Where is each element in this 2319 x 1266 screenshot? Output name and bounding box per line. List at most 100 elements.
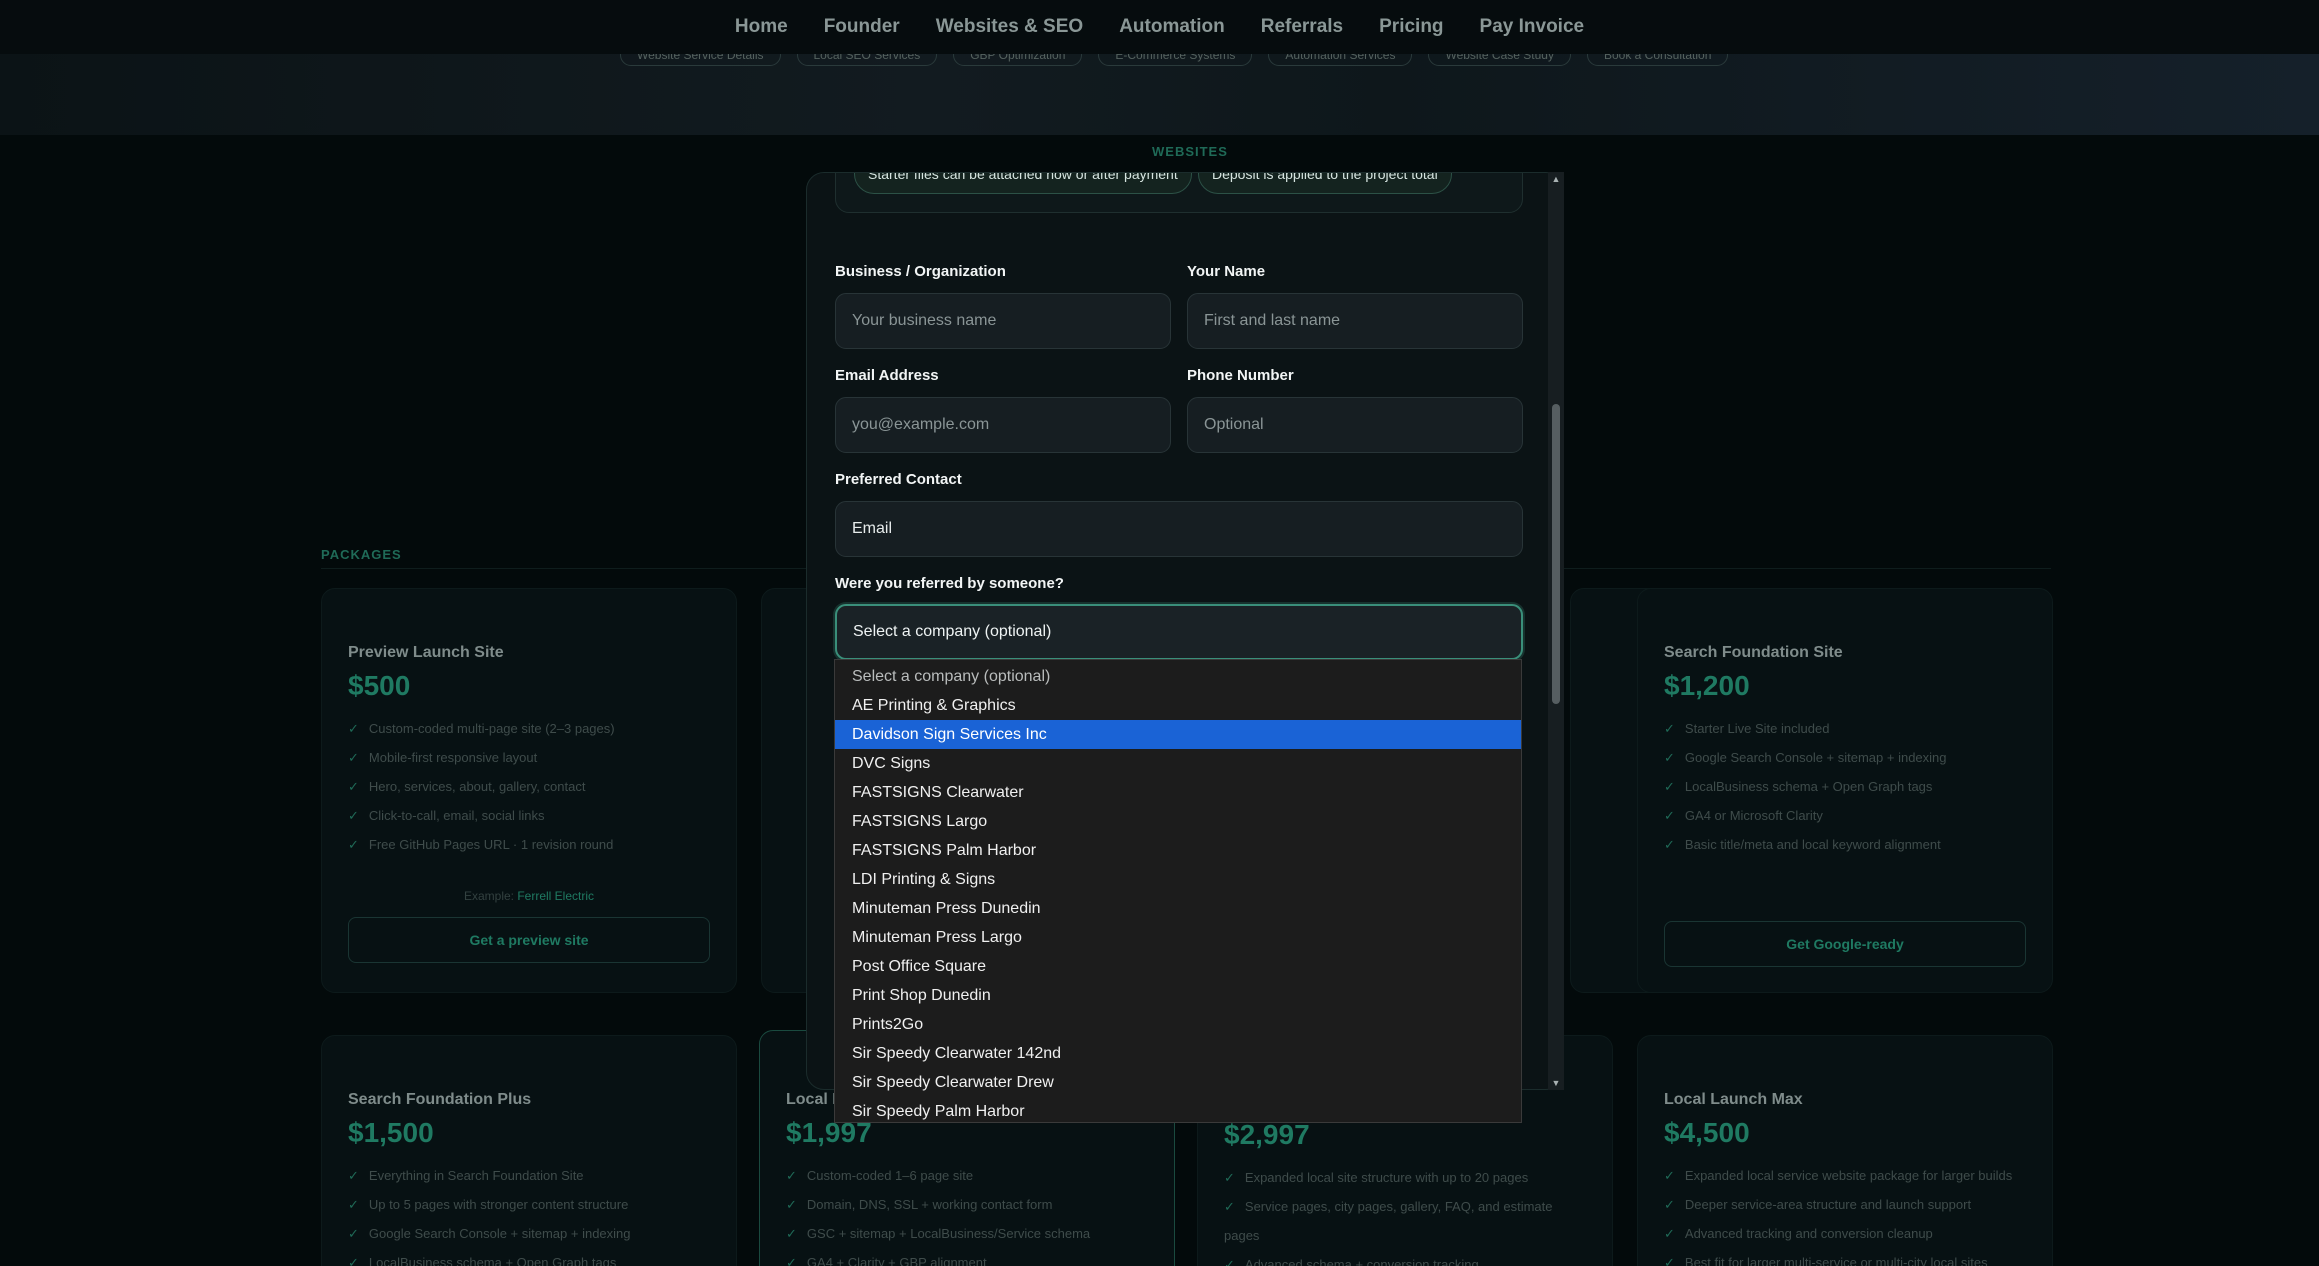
preferred-contact-label: Preferred Contact bbox=[835, 471, 962, 488]
check-icon: ✓ bbox=[348, 1197, 359, 1212]
check-icon: ✓ bbox=[1664, 779, 1675, 794]
nav-websites-seo[interactable]: Websites & SEO bbox=[918, 16, 1101, 38]
business-input[interactable]: Your business name bbox=[835, 293, 1171, 349]
dropdown-option[interactable]: Sir Speedy Clearwater 142nd bbox=[835, 1039, 1521, 1068]
feature-list: ✓ Custom-coded 1–6 page site ✓ Domain, DNS… bbox=[786, 1161, 1148, 1266]
dropdown-option[interactable]: Minuteman Press Dunedin bbox=[835, 894, 1521, 923]
check-icon: ✓ bbox=[348, 1255, 359, 1266]
feature-item: ✓ Starter Live Site included bbox=[1664, 721, 1830, 736]
feature-item: ✓ GSC + sitemap + LocalBusiness/Service s… bbox=[786, 1226, 1091, 1241]
check-icon: ✓ bbox=[348, 1226, 359, 1241]
feature-item: ✓ Google Search Console + sitemap + index… bbox=[1664, 750, 1947, 765]
dropdown-option[interactable]: Post Office Square bbox=[835, 952, 1521, 981]
check-icon: ✓ bbox=[348, 808, 359, 823]
check-icon: ✓ bbox=[348, 721, 359, 736]
feature-item: ✓ GA4 + Clarity + GBP alignment bbox=[786, 1248, 1148, 1266]
dropdown-option[interactable]: AE Printing & Graphics bbox=[835, 691, 1521, 720]
card-title: Search Foundation Site bbox=[1664, 644, 1843, 661]
dropdown-option[interactable]: Sir Speedy Clearwater Drew bbox=[835, 1068, 1521, 1097]
get-preview-site-button[interactable]: Get a preview site bbox=[348, 917, 710, 963]
check-icon: ✓ bbox=[786, 1255, 797, 1266]
card-price: $1,500 bbox=[348, 1117, 434, 1148]
feature-item: ✓ Everything in Search Foundation Site bbox=[348, 1168, 584, 1183]
dropdown-option[interactable]: LDI Printing & Signs bbox=[835, 865, 1521, 894]
nav-home[interactable]: Home bbox=[717, 16, 806, 38]
card-title: Local Launch Max bbox=[1664, 1091, 1803, 1108]
feature-item: ✓ Best fit for larger multi-service or mu… bbox=[1664, 1248, 2026, 1266]
section-label-packages: PACKAGES bbox=[321, 547, 402, 562]
check-icon: ✓ bbox=[1664, 1226, 1675, 1241]
scrollbar-thumb[interactable] bbox=[1552, 404, 1560, 704]
check-icon: ✓ bbox=[1664, 808, 1675, 823]
feature-item: ✓ Google Search Console + sitemap + index… bbox=[348, 1226, 631, 1241]
feature-item: ✓ GA4 or Microsoft Clarity bbox=[1664, 808, 1823, 823]
dropdown-option[interactable]: DVC Signs bbox=[835, 749, 1521, 778]
scroll-down-arrow-icon[interactable]: ▼ bbox=[1548, 1076, 1564, 1090]
email-input[interactable]: you@example.com bbox=[835, 397, 1171, 453]
check-icon: ✓ bbox=[1224, 1170, 1235, 1185]
dropdown-option[interactable]: FASTSIGNS Palm Harbor bbox=[835, 836, 1521, 865]
feature-item: ✓ Advanced tracking and conversion cleanu… bbox=[1664, 1226, 1933, 1241]
feature-list: ✓ Starter Live Site included ✓ Google Sear… bbox=[1664, 714, 2026, 859]
card-price: $1,200 bbox=[1664, 670, 1750, 701]
package-card-preview: Preview Launch Site $500 ✓ Custom-coded m… bbox=[321, 588, 737, 993]
check-icon: ✓ bbox=[348, 750, 359, 765]
dropdown-option[interactable]: Minuteman Press Largo bbox=[835, 923, 1521, 952]
dropdown-option[interactable]: Select a company (optional) bbox=[835, 662, 1521, 691]
dropdown-option-highlighted[interactable]: Davidson Sign Services Inc bbox=[835, 720, 1521, 749]
feature-item: ✓ Advanced schema + conversion tracking bbox=[1224, 1250, 1586, 1266]
feature-item: ✓ Hero, services, about, gallery, contact bbox=[348, 779, 586, 794]
feature-list: ✓ Expanded local site structure with up t… bbox=[1224, 1163, 1586, 1266]
nav-referrals[interactable]: Referrals bbox=[1243, 16, 1361, 38]
dropdown-option[interactable]: FASTSIGNS Clearwater bbox=[835, 778, 1521, 807]
feature-list: ✓ Everything in Search Foundation Site ✓ U… bbox=[348, 1161, 710, 1266]
check-icon: ✓ bbox=[786, 1197, 797, 1212]
check-icon: ✓ bbox=[1664, 837, 1675, 852]
feature-item: ✓ Custom-coded multi-page site (2–3 pages… bbox=[348, 721, 615, 736]
info-pill-starter-files: Starter files can be attached now or aft… bbox=[854, 173, 1192, 194]
phone-input[interactable]: Optional bbox=[1187, 397, 1523, 453]
dropdown-option[interactable]: FASTSIGNS Largo bbox=[835, 807, 1521, 836]
get-google-ready-button[interactable]: Get Google-ready bbox=[1664, 921, 2026, 967]
business-label: Business / Organization bbox=[835, 263, 1006, 280]
dropdown-option[interactable]: Prints2Go bbox=[835, 1010, 1521, 1039]
scroll-up-arrow-icon[interactable]: ▲ bbox=[1548, 172, 1564, 186]
modal-scrollbar[interactable]: ▲ ▼ bbox=[1548, 172, 1564, 1090]
dropdown-option[interactable]: Sir Speedy Palm Harbor bbox=[835, 1097, 1521, 1126]
referral-label: Were you referred by someone? bbox=[835, 575, 1064, 592]
feature-item: ✓ Expanded local site structure with up t… bbox=[1224, 1170, 1529, 1185]
check-icon: ✓ bbox=[348, 779, 359, 794]
check-icon: ✓ bbox=[348, 837, 359, 852]
top-nav: Home Founder Websites & SEO Automation R… bbox=[0, 0, 2319, 54]
card-example: Example: Ferrell Electric bbox=[463, 889, 595, 903]
card-title: Search Foundation Plus bbox=[348, 1091, 532, 1108]
referral-company-select[interactable]: Select a company (optional) bbox=[835, 604, 1523, 660]
feature-list: ✓ Expanded local service website package … bbox=[1664, 1161, 2026, 1266]
example-link[interactable]: Ferrell Electric bbox=[517, 889, 594, 903]
feature-item: ✓ Deeper service-area structure and launc… bbox=[1664, 1197, 1972, 1212]
feature-item: ✓ Expanded local service website package … bbox=[1664, 1168, 2013, 1183]
section-label-websites: WEBSITES bbox=[1152, 144, 1228, 159]
card-price: $4,500 bbox=[1664, 1117, 1750, 1148]
check-icon: ✓ bbox=[1664, 1168, 1675, 1183]
check-icon: ✓ bbox=[1664, 750, 1675, 765]
preferred-contact-select[interactable]: Email bbox=[835, 501, 1523, 557]
dropdown-option[interactable]: Print Shop Dunedin bbox=[835, 981, 1521, 1010]
name-label: Your Name bbox=[1187, 263, 1266, 280]
feature-list: ✓ Custom-coded multi-page site (2–3 pages… bbox=[348, 714, 710, 859]
nav-pay-invoice[interactable]: Pay Invoice bbox=[1462, 16, 1603, 38]
nav-automation[interactable]: Automation bbox=[1101, 16, 1243, 38]
nav-pricing[interactable]: Pricing bbox=[1361, 16, 1461, 38]
feature-item: ✓ Free GitHub Pages URL · 1 revision roun… bbox=[348, 837, 614, 852]
info-pill-deposit: Deposit is applied to the project total bbox=[1198, 173, 1452, 194]
feature-item: ✓ Basic title/meta and local keyword alig… bbox=[1664, 837, 1941, 852]
feature-item: ✓ Custom-coded 1–6 page site bbox=[786, 1168, 974, 1183]
feature-item: ✓ LocalBusiness schema + Open Graph tags bbox=[1664, 779, 1933, 794]
nav-founder[interactable]: Founder bbox=[806, 16, 918, 38]
check-icon: ✓ bbox=[1664, 1197, 1675, 1212]
phone-label: Phone Number bbox=[1187, 367, 1294, 384]
feature-item: ✓ LocalBusiness schema + Open Graph tags bbox=[348, 1248, 710, 1266]
check-icon: ✓ bbox=[786, 1168, 797, 1183]
name-input[interactable]: First and last name bbox=[1187, 293, 1523, 349]
check-icon: ✓ bbox=[348, 1168, 359, 1183]
